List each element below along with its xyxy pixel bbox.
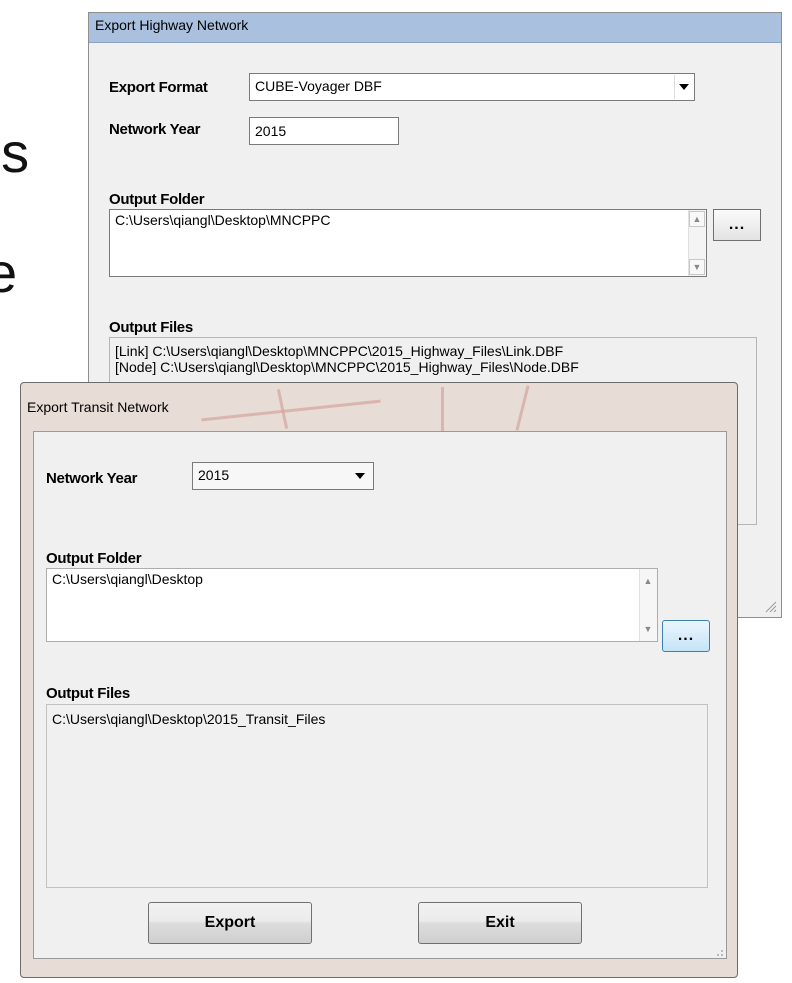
resize-grip-icon[interactable] [763, 599, 777, 613]
chevron-down-icon[interactable] [351, 464, 369, 488]
transit-output-file: C:\Users\qiangl\Desktop\2015_Transit_Fil… [52, 711, 326, 727]
scroll-up-icon[interactable]: ▲ [640, 573, 656, 589]
transit-output-folder-value: C:\Users\qiangl\Desktop [52, 571, 203, 587]
scroll-down-icon[interactable]: ▼ [689, 259, 705, 275]
highway-output-file-node: [Node] C:\Users\qiangl\Desktop\MNCPPC\20… [115, 359, 579, 375]
highway-output-files-label: Output Files [109, 319, 193, 336]
export-format-value: CUBE-Voyager DBF [255, 78, 382, 94]
highway-network-year-label: Network Year [109, 121, 201, 138]
transit-output-folder-input[interactable]: C:\Users\qiangl\Desktop ▲ ▼ [46, 568, 658, 642]
transit-output-files-label: Output Files [46, 685, 130, 702]
highway-output-folder-label: Output Folder [109, 191, 205, 208]
export-button[interactable]: Export [148, 902, 312, 944]
highway-output-file-link: [Link] C:\Users\qiangl\Desktop\MNCPPC\20… [115, 343, 564, 359]
transit-output-folder-label: Output Folder [46, 550, 142, 567]
export-format-dropdown[interactable]: CUBE-Voyager DBF [249, 73, 695, 101]
highway-titlebar: Export Highway Network [89, 13, 781, 43]
transit-network-year-dropdown[interactable]: 2015 [192, 462, 374, 490]
highway-network-year-input[interactable]: 2015 [249, 117, 399, 145]
transit-output-folder-scrollbar[interactable]: ▲ ▼ [639, 569, 657, 641]
background-text-fragment-1: ns [0, 121, 30, 184]
highway-output-folder-scrollbar[interactable]: ▲ ▼ [688, 210, 706, 276]
scroll-up-icon[interactable]: ▲ [689, 211, 705, 227]
transit-window-body: Network Year 2015 Output Folder C:\Users… [33, 431, 727, 959]
transit-window-title: Export Transit Network [27, 399, 169, 415]
highway-browse-folder-button[interactable]: ... [713, 209, 761, 241]
transit-network-year-label: Network Year [46, 470, 138, 487]
highway-network-year-value: 2015 [255, 123, 287, 139]
export-transit-network-window: Export Transit Network Network Year 2015… [20, 382, 738, 978]
transit-output-files-list: C:\Users\qiangl\Desktop\2015_Transit_Fil… [46, 704, 708, 888]
resize-grip-icon[interactable] [712, 944, 724, 956]
exit-button[interactable]: Exit [418, 902, 582, 944]
export-format-label: Export Format [109, 79, 208, 96]
highway-output-folder-value: C:\Users\qiangl\Desktop\MNCPPC [115, 212, 331, 228]
background-text-fragment-2: e [0, 241, 18, 304]
transit-network-year-value: 2015 [198, 467, 230, 483]
scroll-down-icon[interactable]: ▼ [640, 621, 656, 637]
highway-window-title: Export Highway Network [95, 17, 249, 33]
transit-browse-folder-button[interactable]: ... [662, 620, 710, 652]
highway-output-folder-input[interactable]: C:\Users\qiangl\Desktop\MNCPPC ▲ ▼ [109, 209, 707, 277]
transit-titlebar: Export Transit Network [21, 383, 737, 425]
chevron-down-icon[interactable] [674, 75, 693, 99]
